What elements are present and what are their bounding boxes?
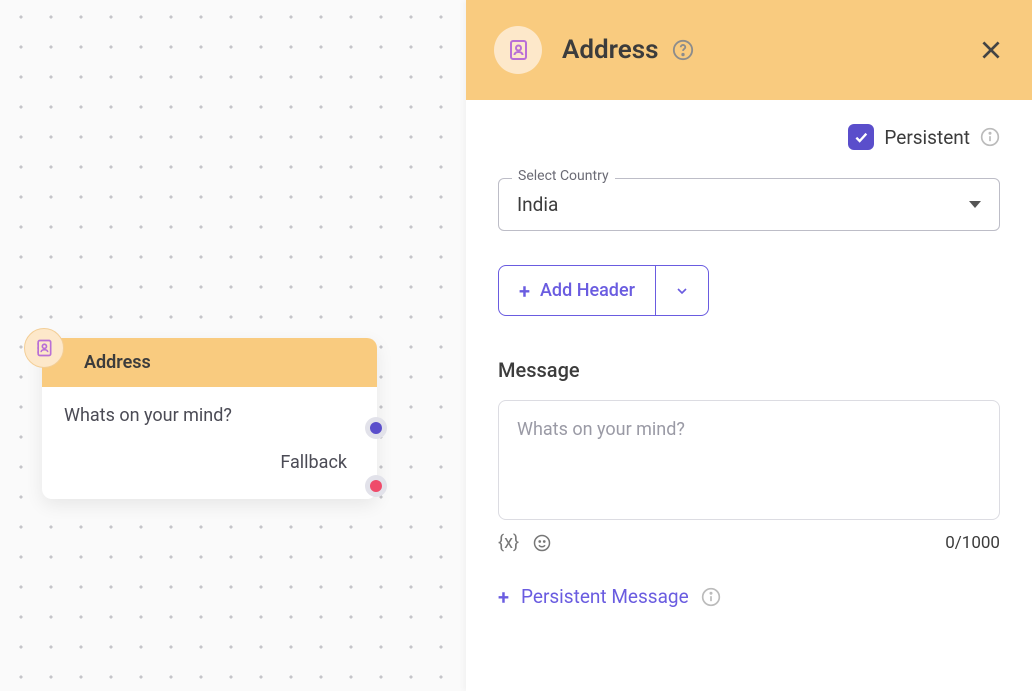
node-body: Whats on your mind? Fallback — [42, 387, 377, 499]
add-header-dropdown[interactable] — [655, 266, 708, 315]
info-icon[interactable] — [980, 127, 1000, 147]
persistent-label: Persistent — [884, 126, 970, 149]
close-button[interactable] — [978, 37, 1004, 63]
persistent-message-button[interactable]: + Persistent Message — [498, 585, 1000, 608]
panel-title: Address — [562, 35, 658, 65]
message-label: Message — [498, 358, 1000, 382]
node-prompt: Whats on your mind? — [64, 405, 355, 426]
settings-panel: Address Persistent Select Country India — [466, 0, 1032, 691]
plus-icon: + — [498, 587, 509, 607]
country-select[interactable]: India — [498, 178, 1000, 231]
add-header-button[interactable]: + Add Header — [499, 266, 655, 315]
add-header-label: Add Header — [540, 280, 635, 301]
plus-icon: + — [519, 281, 530, 301]
address-icon — [24, 328, 64, 368]
country-select-value: India — [517, 193, 558, 216]
message-toolbar: {x} 0/1000 — [498, 532, 1000, 553]
emoji-icon[interactable] — [533, 534, 551, 552]
chevron-down-icon — [969, 201, 981, 208]
message-input[interactable]: Whats on your mind? — [498, 400, 1000, 520]
panel-header: Address — [466, 0, 1032, 100]
output-port-main[interactable] — [365, 417, 387, 439]
flow-canvas[interactable]: Address Whats on your mind? Fallback — [0, 0, 466, 691]
country-select-label: Select Country — [512, 168, 615, 184]
country-select-wrap: Select Country India — [498, 178, 1000, 231]
output-port-fallback[interactable] — [365, 475, 387, 497]
persistent-checkbox[interactable] — [848, 124, 874, 150]
help-icon[interactable] — [672, 39, 694, 61]
panel-body: Persistent Select Country India + Add He… — [466, 100, 1032, 691]
add-header-group: + Add Header — [498, 265, 709, 316]
fallback-label: Fallback — [64, 452, 355, 473]
char-counter: 0/1000 — [945, 533, 1000, 553]
persistent-message-label: Persistent Message — [521, 585, 689, 608]
variable-icon[interactable]: {x} — [498, 532, 519, 553]
persistent-row: Persistent — [498, 124, 1000, 150]
address-node[interactable]: Address Whats on your mind? Fallback — [42, 338, 377, 499]
info-icon[interactable] — [701, 587, 721, 607]
node-title: Address — [42, 338, 377, 387]
address-icon — [494, 26, 542, 74]
